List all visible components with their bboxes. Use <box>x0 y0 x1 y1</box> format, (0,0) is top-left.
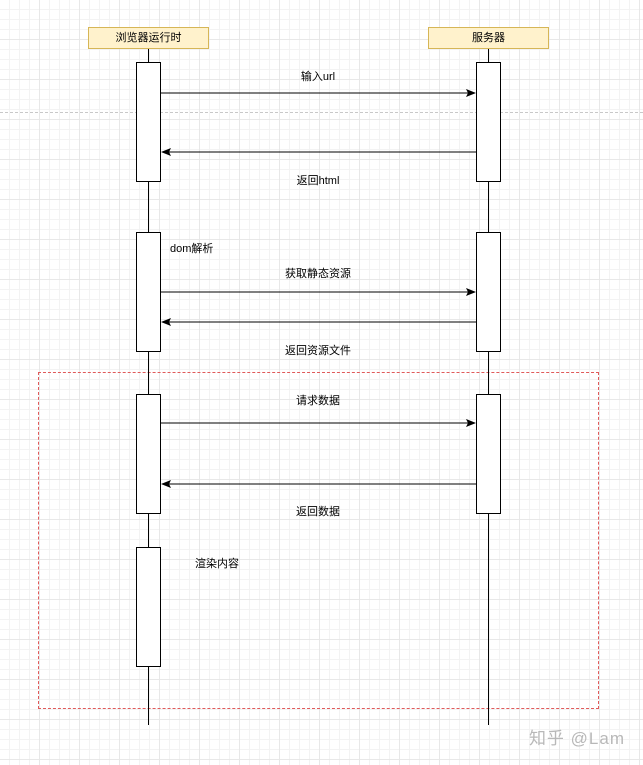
label-request-data: 请求数据 <box>296 395 340 407</box>
label-dom-parse: dom解析 <box>170 243 214 255</box>
label-render-content: 渲染内容 <box>195 558 239 570</box>
label-return-html: 返回html <box>296 175 340 187</box>
label-return-files: 返回资源文件 <box>285 345 351 357</box>
message-arrows <box>161 89 476 488</box>
watermark: 知乎 @Lam <box>528 729 625 748</box>
label-get-static: 获取静态资源 <box>285 268 351 280</box>
label-return-data: 返回数据 <box>296 506 340 518</box>
label-input-url: 输入url <box>300 71 336 83</box>
